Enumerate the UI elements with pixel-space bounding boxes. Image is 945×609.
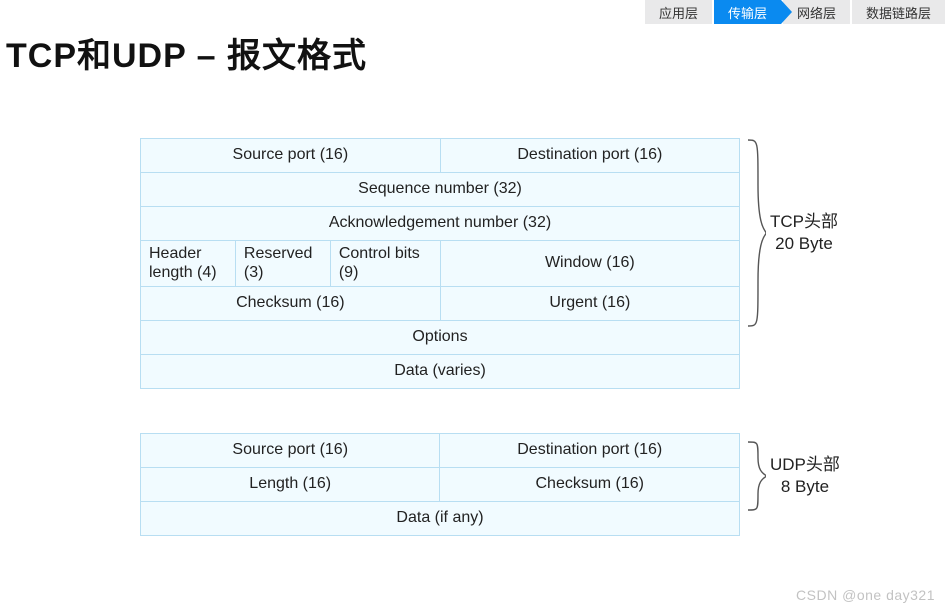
page-title: TCP和UDP – 报文格式 (6, 28, 367, 77)
udp-header-table: Source port (16) Destination port (16) L… (140, 433, 740, 536)
diagram-area: Source port (16) Destination port (16) S… (140, 138, 880, 536)
tcp-data: Data (varies) (141, 355, 740, 389)
tcp-header-table: Source port (16) Destination port (16) S… (140, 138, 740, 389)
tcp-ack: Acknowledgement number (32) (141, 207, 740, 241)
tcp-header-length: Header length (4) (141, 241, 236, 287)
udp-length: Length (16) (141, 468, 440, 502)
udp-dest-port: Destination port (16) (440, 434, 740, 468)
tcp-control-bits: Control bits (9) (330, 241, 440, 287)
tcp-brace: TCP头部 20 Byte (744, 138, 838, 328)
brace-icon (744, 138, 762, 328)
tcp-reserved: Reserved (3) (235, 241, 330, 287)
tab-datalink[interactable]: 数据链路层 (852, 0, 945, 24)
layer-tabs: 应用层 传输层 网络层 数据链路层 (643, 0, 945, 24)
tcp-sequence: Sequence number (32) (141, 173, 740, 207)
tcp-dest-port: Destination port (16) (440, 139, 739, 173)
udp-brace-label: UDP头部 8 Byte (770, 454, 840, 498)
udp-source-port: Source port (16) (141, 434, 440, 468)
tab-network[interactable]: 网络层 (783, 0, 850, 24)
tcp-options: Options (141, 321, 740, 355)
brace-icon (744, 440, 762, 512)
tcp-source-port: Source port (16) (141, 139, 441, 173)
udp-brace: UDP头部 8 Byte (744, 440, 840, 512)
udp-data: Data (if any) (141, 502, 740, 536)
tcp-urgent: Urgent (16) (440, 287, 739, 321)
watermark: CSDN @one day321 (796, 587, 935, 603)
tab-transport[interactable]: 传输层 (714, 0, 781, 24)
udp-checksum: Checksum (16) (440, 468, 740, 502)
tcp-brace-label: TCP头部 20 Byte (770, 211, 838, 255)
tab-application[interactable]: 应用层 (645, 0, 712, 24)
tcp-checksum: Checksum (16) (141, 287, 441, 321)
tcp-window: Window (16) (440, 241, 739, 287)
